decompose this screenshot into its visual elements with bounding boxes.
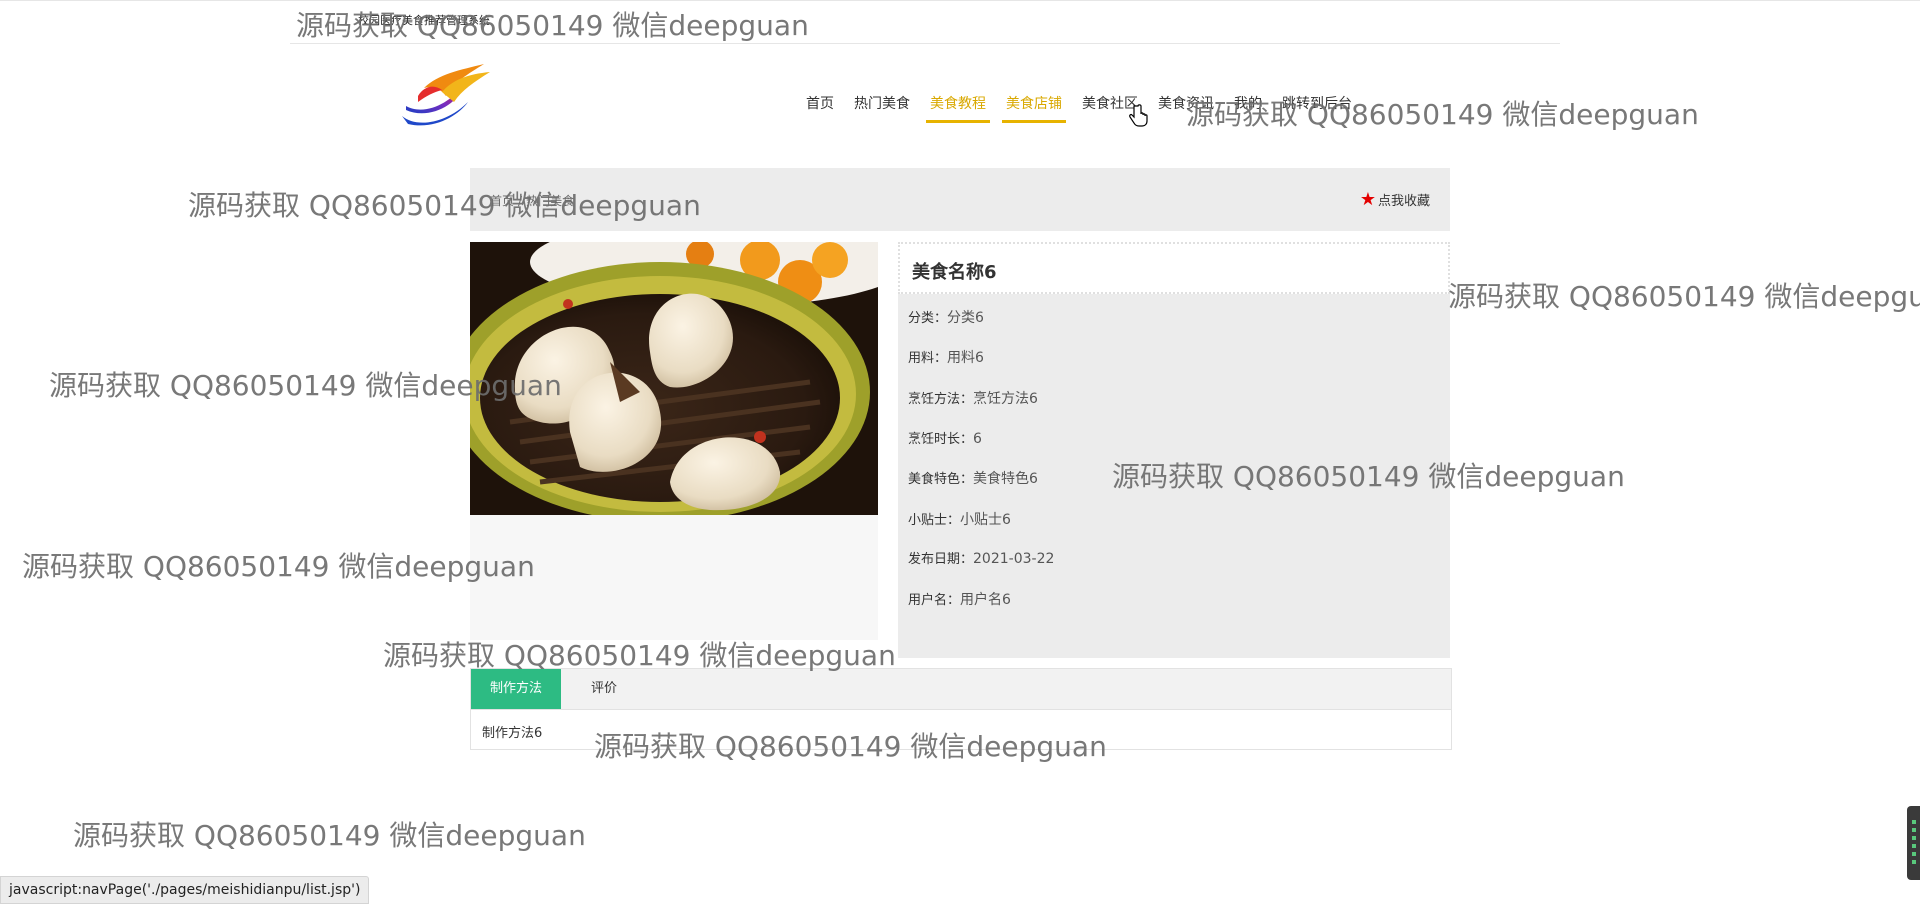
- field-value: 2021-03-22: [973, 551, 1055, 567]
- field-label: 烹饪时长：: [908, 432, 974, 447]
- favorite-label: 点我收藏: [1377, 194, 1430, 209]
- breadcrumb-current: 热门美食: [526, 194, 575, 208]
- watermark: 源码获取 QQ86050149 微信deepguan: [22, 550, 535, 583]
- field-value: 用户名6: [960, 592, 1011, 608]
- detail-tabs: 制作方法 评价 制作方法6: [470, 668, 1452, 750]
- field-label: 烹饪方法：: [908, 392, 974, 407]
- watermark: 源码获取 QQ86050149 微信deepguan: [1448, 280, 1920, 313]
- field-label: 美食特色：: [908, 472, 974, 487]
- field-label: 分类：: [908, 311, 948, 326]
- nav-item-hot-food[interactable]: 热门美食: [844, 92, 920, 126]
- side-widget[interactable]: [1907, 806, 1920, 880]
- field-feature: 美食特色：美食特色6: [908, 468, 1038, 488]
- field-value: 6: [973, 431, 982, 447]
- field-tips: 小贴士：小贴士6: [908, 509, 1011, 529]
- tab-content: 制作方法6: [482, 726, 543, 741]
- nav-item-news[interactable]: 美食资讯: [1148, 92, 1224, 126]
- breadcrumb-bar: 首页 / 热门美食 ★ 点我收藏: [470, 168, 1450, 231]
- title-divider: [290, 43, 1560, 44]
- logo-icon: [402, 64, 490, 126]
- watermark: 源码获取 QQ86050149 微信deepguan: [73, 819, 586, 852]
- nav-item-home[interactable]: 首页: [796, 92, 844, 126]
- field-username: 用户名：用户名6: [908, 589, 1011, 609]
- food-title: 美食名称6: [912, 262, 997, 283]
- tab-bar: 制作方法 评价: [471, 669, 1451, 710]
- tab-recipe[interactable]: 制作方法: [471, 669, 562, 709]
- nav-item-shop[interactable]: 美食店铺: [996, 92, 1072, 126]
- food-image: [470, 242, 878, 515]
- image-panel-background: [470, 515, 878, 640]
- field-value: 分类6: [947, 310, 984, 326]
- field-cooking-method: 烹饪方法：烹饪方法6: [908, 388, 1038, 408]
- field-ingredients: 用料：用料6: [908, 347, 984, 367]
- status-bar-url: javascript:navPage('./pages/meishidianpu…: [0, 876, 370, 904]
- breadcrumb-home[interactable]: 首页: [490, 194, 514, 208]
- field-cooking-time: 烹饪时长：6: [908, 428, 982, 447]
- field-category: 分类：分类6: [908, 307, 984, 327]
- tab-reviews[interactable]: 评价: [572, 669, 636, 709]
- nav-item-tutorial[interactable]: 美食教程: [920, 92, 996, 126]
- top-border: [0, 0, 1920, 1]
- field-publish-date: 发布日期：2021-03-22: [908, 548, 1054, 567]
- field-value: 小贴士6: [960, 512, 1011, 528]
- star-icon: ★: [1359, 188, 1376, 210]
- hand-cursor-icon: [1129, 104, 1148, 127]
- field-label: 用料：: [908, 351, 948, 366]
- nav-item-mine[interactable]: 我的: [1224, 92, 1272, 126]
- dumpling-photo: [470, 242, 878, 515]
- field-value: 烹饪方法6: [973, 391, 1038, 407]
- nav-item-admin[interactable]: 跳转到后台: [1272, 92, 1362, 126]
- detail-header: 美食名称6: [898, 242, 1450, 294]
- field-label: 发布日期：: [908, 552, 974, 567]
- main-nav: 首页 热门美食 美食教程 美食店铺 美食社区 美食资讯 我的 跳转到后台: [796, 92, 1362, 126]
- field-value: 用料6: [947, 350, 984, 366]
- breadcrumb-separator: /: [518, 194, 523, 208]
- site-logo[interactable]: [398, 58, 498, 136]
- field-label: 用户名：: [908, 593, 961, 608]
- breadcrumb: 首页 / 热门美食: [490, 192, 574, 209]
- field-label: 小贴士：: [908, 513, 961, 528]
- site-title: 校园医疗美食推荐管理系统: [358, 14, 490, 27]
- favorite-button[interactable]: ★ 点我收藏: [1360, 190, 1430, 209]
- field-value: 美食特色6: [973, 471, 1038, 487]
- food-detail-panel: 美食名称6 分类：分类6 用料：用料6 烹饪方法：烹饪方法6 烹饪时长：6 美食…: [898, 242, 1450, 658]
